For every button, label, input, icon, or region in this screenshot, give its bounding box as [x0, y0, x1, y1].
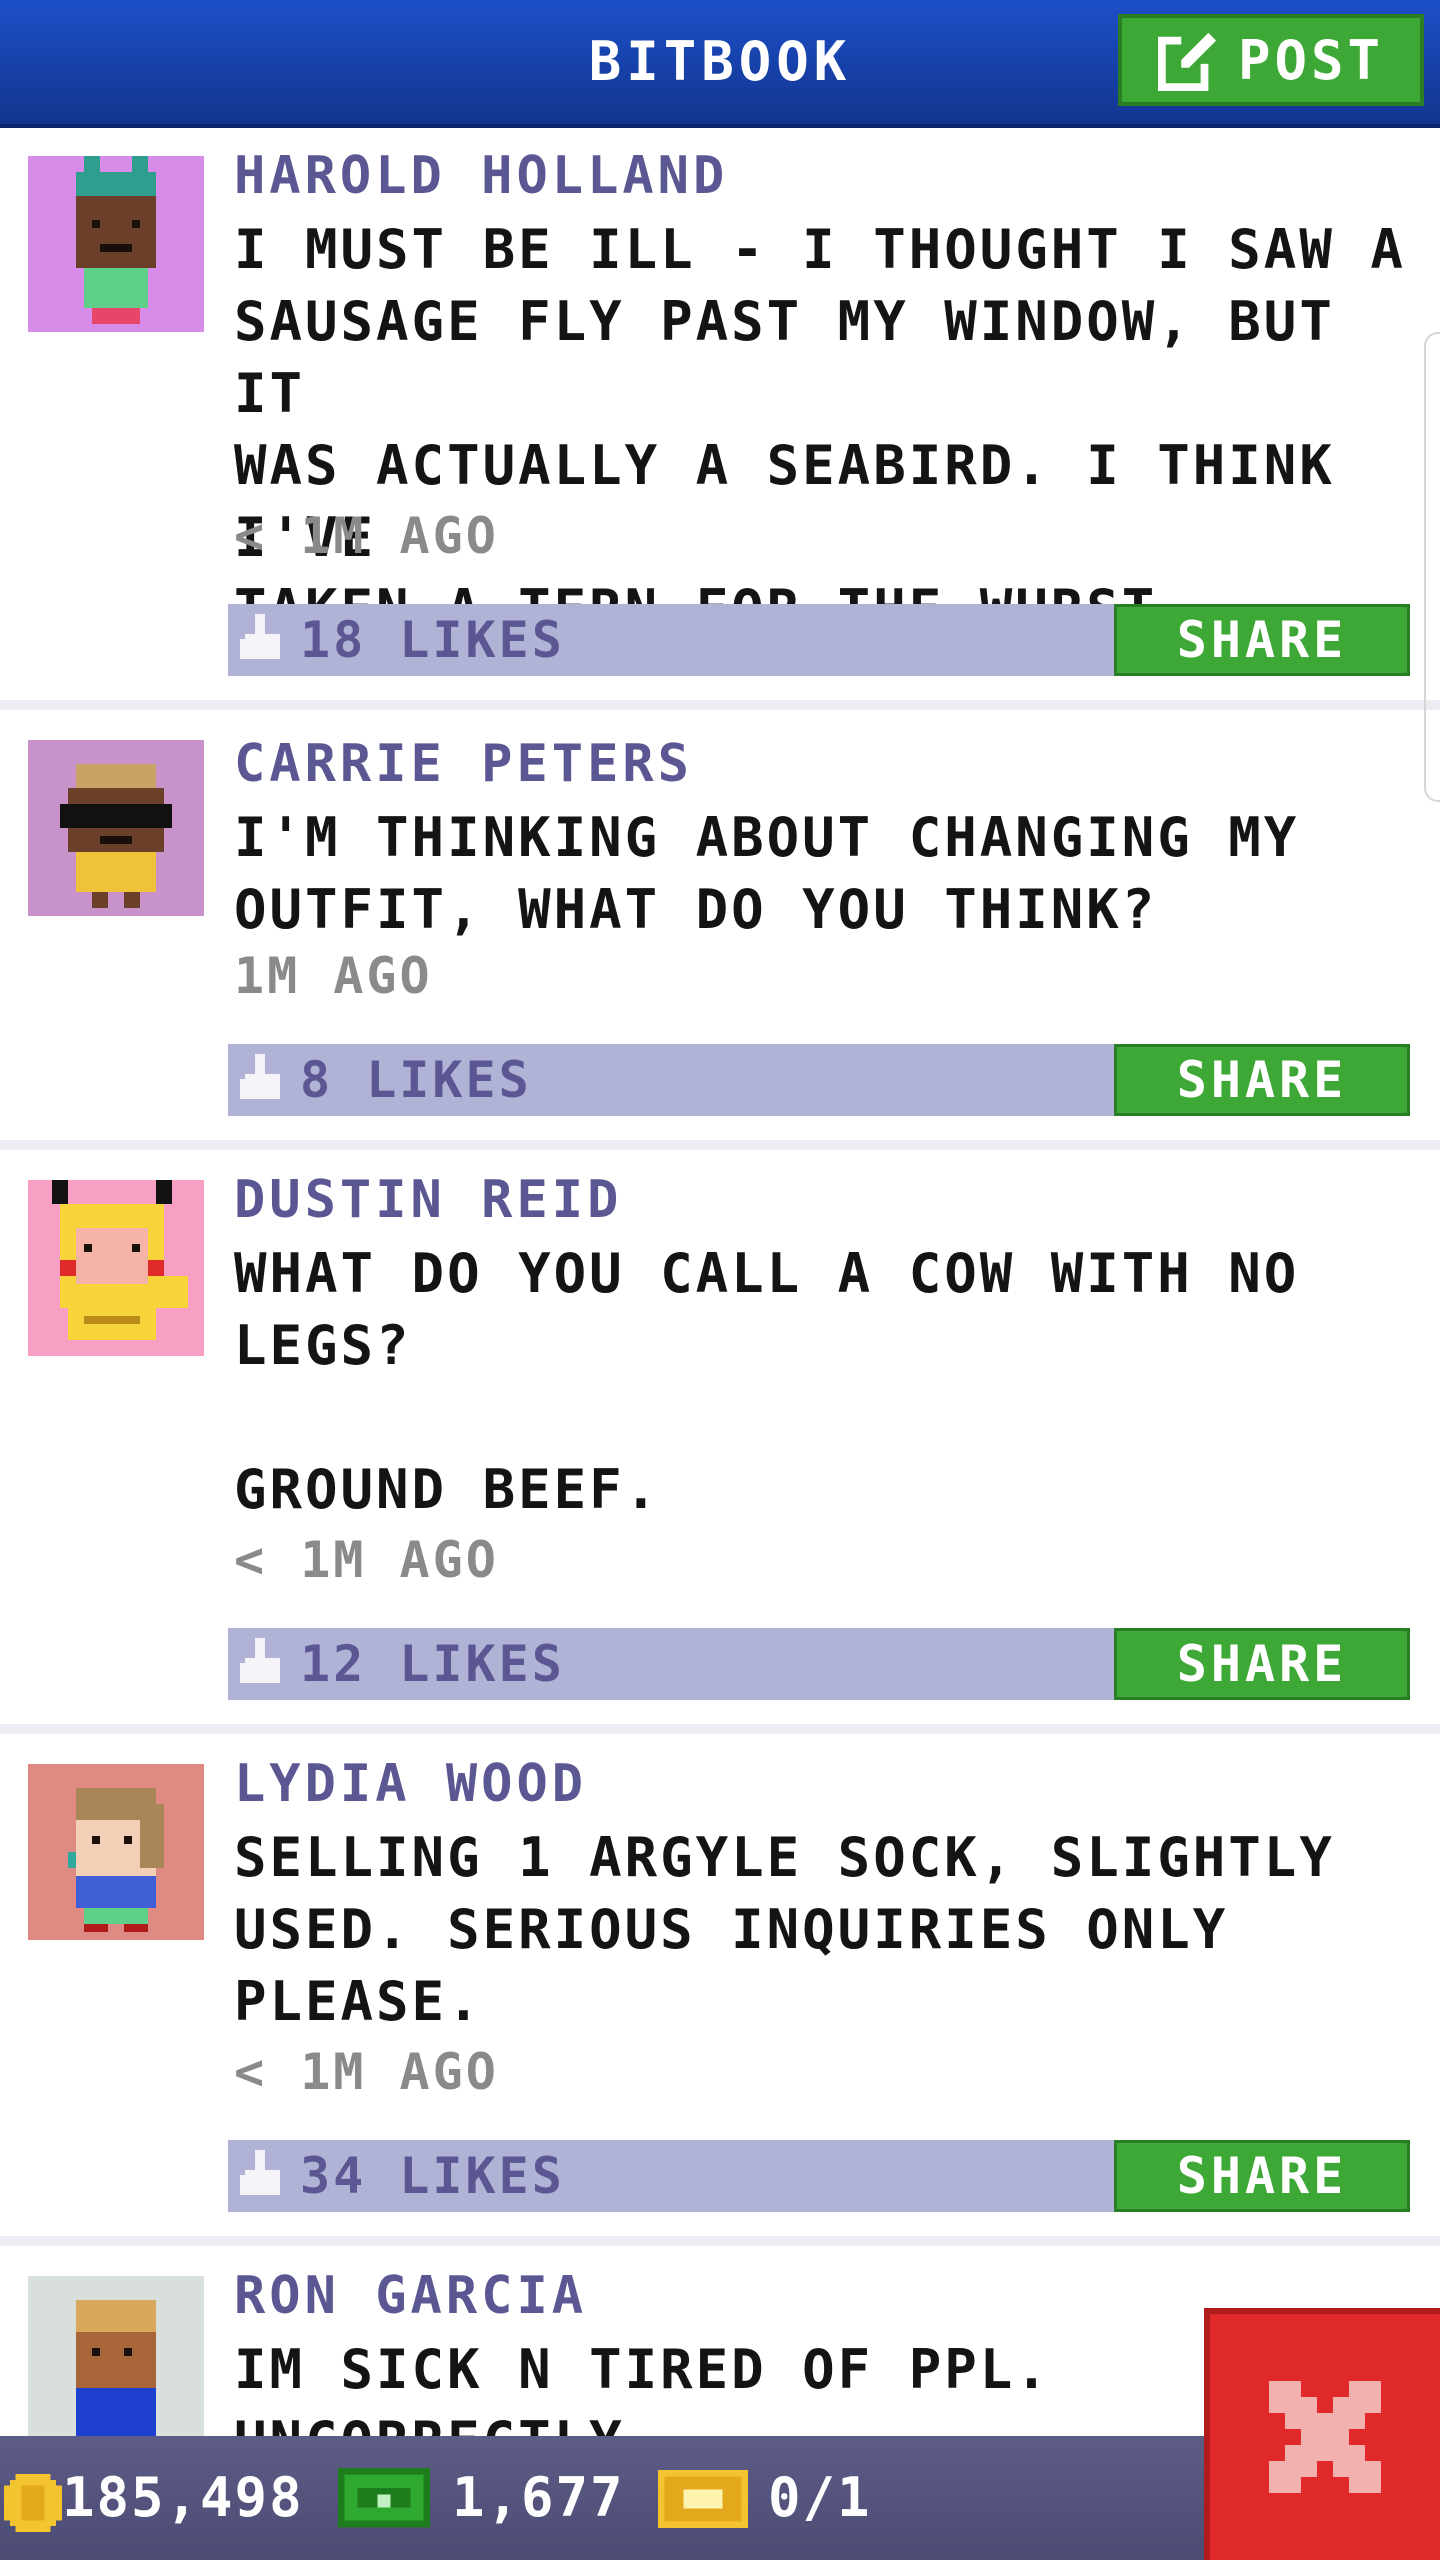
avatar[interactable]: [28, 740, 204, 916]
likes-count: 12 LIKES: [300, 1635, 565, 1693]
likes-count: 18 LIKES: [300, 611, 565, 669]
post-time: < 1M AGO: [234, 507, 499, 565]
share-button[interactable]: SHARE: [1114, 2140, 1410, 2212]
coin-icon: [4, 2474, 62, 2532]
avatar[interactable]: [28, 2276, 204, 2436]
post-author[interactable]: RON GARCIA: [234, 2266, 587, 2326]
post-author[interactable]: CARRIE PETERS: [234, 734, 693, 794]
share-button[interactable]: SHARE: [1114, 1044, 1410, 1116]
post-message: SELLING 1 ARGYLE SOCK, SLIGHTLY USED. SE…: [234, 1826, 1335, 2033]
tickets-count: 0/1: [768, 2466, 872, 2529]
post-label: POST: [1237, 28, 1385, 92]
app-header: BITBOOK POST: [0, 0, 1440, 128]
avatar[interactable]: [28, 156, 204, 332]
close-icon: [1269, 2381, 1381, 2493]
like-bar: 18 LIKES SHARE: [228, 604, 1410, 676]
post-message: WHAT DO YOU CALL A COW WITH NO LEGS? GRO…: [234, 1242, 1300, 1521]
like-bar: 8 LIKES SHARE: [228, 1044, 1410, 1116]
share-button[interactable]: SHARE: [1114, 1628, 1410, 1700]
bux-icon: [338, 2468, 430, 2528]
feed-post: LYDIA WOOD SELLING 1 ARGYLE SOCK, SLIGHT…: [0, 1734, 1440, 2246]
post-time: 1M AGO: [234, 947, 433, 1005]
post-author[interactable]: DUSTIN REID: [234, 1170, 622, 1230]
like-thumb-icon[interactable]: [240, 614, 280, 664]
post-time: < 1M AGO: [234, 2043, 499, 2101]
post-message: I MUST BE ILL - I THOUGHT I SAW A SAUSAG…: [234, 218, 1406, 641]
coins-count: 185,498: [62, 2466, 304, 2529]
share-button[interactable]: SHARE: [1114, 604, 1410, 676]
feed-post: DUSTIN REID WHAT DO YOU CALL A COW WITH …: [0, 1150, 1440, 1734]
post-author[interactable]: LYDIA WOOD: [234, 1754, 587, 1814]
edit-icon: [1157, 32, 1217, 91]
likes-count: 34 LIKES: [300, 2147, 565, 2205]
like-bar: 34 LIKES SHARE: [228, 2140, 1410, 2212]
like-bar: 12 LIKES SHARE: [228, 1628, 1410, 1700]
like-thumb-icon[interactable]: [240, 2150, 280, 2200]
post-button[interactable]: POST: [1118, 14, 1424, 106]
feed-post: CARRIE PETERS I'M THINKING ABOUT CHANGIN…: [0, 710, 1440, 1150]
avatar[interactable]: [28, 1180, 204, 1356]
post-author[interactable]: HAROLD HOLLAND: [234, 146, 728, 206]
likes-count: 8 LIKES: [300, 1051, 532, 1109]
like-thumb-icon[interactable]: [240, 1638, 280, 1688]
post-time: < 1M AGO: [234, 1531, 499, 1589]
post-message: IM SICK N TIRED OF PPL. UNCORRECTLY USIN…: [234, 2338, 1051, 2436]
like-thumb-icon[interactable]: [240, 1054, 280, 1104]
close-button[interactable]: [1204, 2308, 1440, 2560]
ticket-icon: [658, 2470, 748, 2528]
scrollbar[interactable]: [1424, 332, 1440, 802]
post-message: I'M THINKING ABOUT CHANGING MY OUTFIT, W…: [234, 806, 1300, 941]
feed-post: HAROLD HOLLAND I MUST BE ILL - I THOUGHT…: [0, 128, 1440, 710]
avatar[interactable]: [28, 1764, 204, 1940]
bux-count: 1,677: [452, 2466, 625, 2529]
